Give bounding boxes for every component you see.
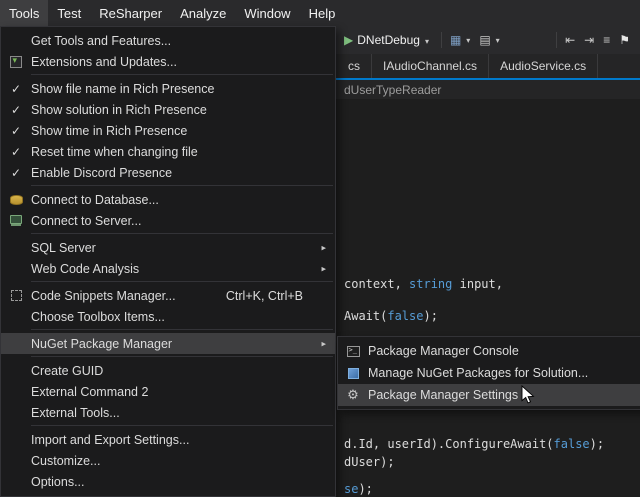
menu-item-show-file-name-in-rich-presence[interactable]: Show file name in Rich Presence <box>1 78 335 99</box>
extensions-icon <box>10 56 22 68</box>
menu-separator <box>31 356 333 357</box>
menu-separator <box>31 425 333 426</box>
checkmark-icon <box>1 124 31 138</box>
menu-item-label: Extensions and Updates... <box>31 55 177 69</box>
menu-item-label: NuGet Package Manager <box>31 337 172 351</box>
submenu-arrow-icon: ▸ <box>321 242 326 253</box>
menu-item-label: Web Code Analysis <box>31 262 139 276</box>
menu-item-label: SQL Server <box>31 241 96 255</box>
package-icon <box>348 368 359 379</box>
menu-item-connect-to-server[interactable]: Connect to Server... <box>1 210 335 231</box>
menu-item-label: Create GUID <box>31 364 103 378</box>
database-icon <box>10 195 23 205</box>
menu-item-label: Package Manager Console <box>368 344 519 358</box>
code-line: Await(false); <box>344 309 438 323</box>
menubar: ToolsTestReSharperAnalyzeWindowHelp <box>0 0 640 26</box>
menu-item-label: Customize... <box>31 454 100 468</box>
menu-item-connect-to-database[interactable]: Connect to Database... <box>1 189 335 210</box>
menu-item-external-command-2[interactable]: External Command 2 <box>1 381 335 402</box>
menu-item-label: Connect to Server... <box>31 214 141 228</box>
menu-item-label: External Tools... <box>31 406 120 420</box>
menu-item-package-manager-settings[interactable]: Package Manager Settings <box>338 384 640 406</box>
menu-item-choose-toolbox-items[interactable]: Choose Toolbox Items... <box>1 306 335 327</box>
menu-item-code-snippets-manager[interactable]: Code Snippets Manager... Ctrl+K, Ctrl+B <box>1 285 335 306</box>
menubar-item-test[interactable]: Test <box>48 0 90 26</box>
menu-item-get-tools-and-features[interactable]: Get Tools and Features... <box>1 30 335 51</box>
menu-item-gutter <box>1 290 31 301</box>
code-line: d.Id, userId).ConfigureAwait(false); <box>344 437 604 451</box>
tools-menu: Get Tools and Features... Extensions and … <box>0 26 336 497</box>
menu-item-label: Code Snippets Manager... <box>31 289 176 303</box>
menu-item-options[interactable]: Options... <box>1 471 335 492</box>
checkmark-icon <box>1 166 31 180</box>
snippets-icon <box>11 290 22 301</box>
menu-item-sql-server[interactable]: SQL Server ▸ <box>1 237 335 258</box>
menu-separator <box>31 185 333 186</box>
menu-item-web-code-analysis[interactable]: Web Code Analysis ▸ <box>1 258 335 279</box>
menu-item-label: Package Manager Settings <box>368 388 518 402</box>
submenu-arrow-icon: ▸ <box>321 263 326 274</box>
menu-item-label: Enable Discord Presence <box>31 166 172 180</box>
menu-item-shortcut: Ctrl+K, Ctrl+B <box>226 289 329 303</box>
menu-item-reset-time-when-changing-file[interactable]: Reset time when changing file <box>1 141 335 162</box>
menu-item-gutter <box>1 56 31 68</box>
vs-window: ▶ DNetDebug ▦▾▤▾ ⇤⇥≡⚑ csIAudioChannel.cs… <box>0 0 640 497</box>
menu-item-label: Choose Toolbox Items... <box>31 310 165 324</box>
menu-item-label: Show solution in Rich Presence <box>31 103 207 117</box>
menu-item-nuget-package-manager[interactable]: NuGet Package Manager ▸ <box>1 333 335 354</box>
menu-item-customize[interactable]: Customize... <box>1 450 335 471</box>
menu-item-extensions-and-updates[interactable]: Extensions and Updates... <box>1 51 335 72</box>
menu-item-show-time-in-rich-presence[interactable]: Show time in Rich Presence <box>1 120 335 141</box>
menu-item-label: Show file name in Rich Presence <box>31 82 214 96</box>
menubar-item-window[interactable]: Window <box>235 0 299 26</box>
menu-item-create-guid[interactable]: Create GUID <box>1 360 335 381</box>
menu-item-label: Connect to Database... <box>31 193 159 207</box>
console-icon <box>347 346 360 357</box>
menu-item-gutter <box>1 218 31 224</box>
menu-item-external-tools[interactable]: External Tools... <box>1 402 335 423</box>
menu-item-gutter <box>338 346 368 357</box>
menu-item-label: External Command 2 <box>31 385 148 399</box>
menu-item-gutter <box>338 368 368 379</box>
menu-item-label: Reset time when changing file <box>31 145 198 159</box>
submenu-arrow-icon: ▸ <box>321 338 326 349</box>
menu-item-manage-nuget-packages-for-solution[interactable]: Manage NuGet Packages for Solution... <box>338 362 640 384</box>
menu-separator <box>31 74 333 75</box>
menu-item-label: Import and Export Settings... <box>31 433 189 447</box>
menu-item-label: Get Tools and Features... <box>31 34 171 48</box>
checkmark-icon <box>1 103 31 117</box>
menu-item-show-solution-in-rich-presence[interactable]: Show solution in Rich Presence <box>1 99 335 120</box>
server-icon <box>10 215 22 224</box>
menu-item-label: Show time in Rich Presence <box>31 124 187 138</box>
menu-item-enable-discord-presence[interactable]: Enable Discord Presence <box>1 162 335 183</box>
menu-item-import-and-export-settings[interactable]: Import and Export Settings... <box>1 429 335 450</box>
code-line: dUser); <box>344 455 395 469</box>
menubar-item-analyze[interactable]: Analyze <box>171 0 235 26</box>
menu-item-package-manager-console[interactable]: Package Manager Console <box>338 340 640 362</box>
menu-separator <box>31 329 333 330</box>
nuget-submenu: Package Manager Console Manage NuGet Pack… <box>337 336 640 410</box>
menubar-item-resharper[interactable]: ReSharper <box>90 0 171 26</box>
code-line: se); <box>344 482 373 496</box>
menu-item-gutter <box>338 387 368 403</box>
code-line: context, string input, <box>344 277 503 291</box>
menu-item-gutter <box>1 195 31 205</box>
gear-icon <box>347 387 359 403</box>
menu-separator <box>31 281 333 282</box>
menu-item-label: Manage NuGet Packages for Solution... <box>368 366 588 380</box>
menu-item-label: Options... <box>31 475 85 489</box>
menu-separator <box>31 233 333 234</box>
menubar-item-help[interactable]: Help <box>300 0 345 26</box>
menubar-item-tools[interactable]: Tools <box>0 0 48 26</box>
checkmark-icon <box>1 145 31 159</box>
checkmark-icon <box>1 82 31 96</box>
